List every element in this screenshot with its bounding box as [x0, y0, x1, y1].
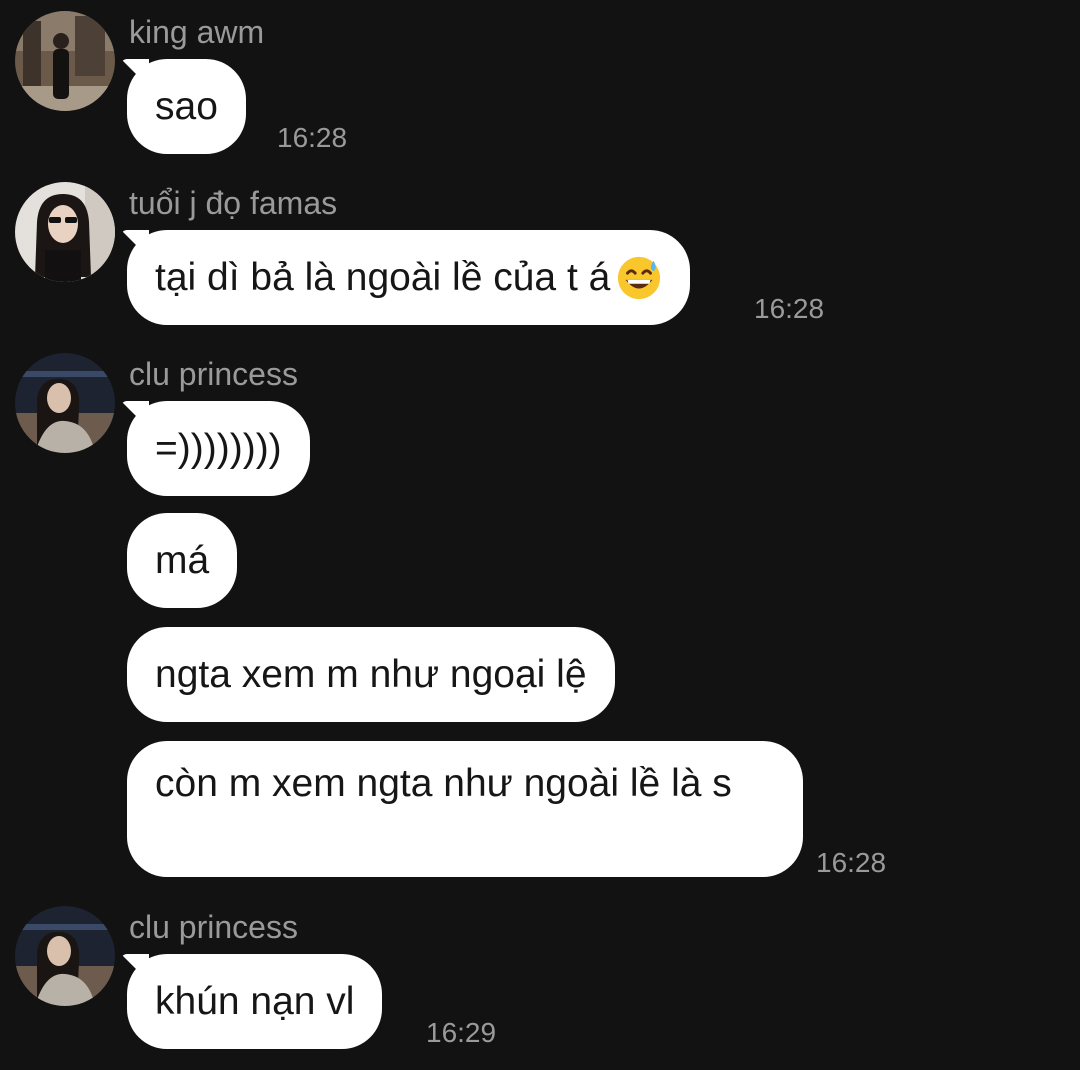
grinning-sweat-emoji [618, 256, 661, 299]
message-bubble[interactable]: sao [127, 59, 246, 154]
avatar-clu-princess[interactable] [15, 906, 115, 1006]
message-timestamp: 16:28 [277, 122, 348, 153]
message-text: khún nạn vl [155, 979, 355, 1023]
sender-name: king awm [129, 14, 265, 50]
message-bubble[interactable]: tại dì bả là ngoài lề của t á [127, 230, 691, 325]
avatar-tuoi-j-do-famas[interactable] [15, 182, 115, 282]
avatar-king-awm[interactable] [15, 11, 115, 111]
message-timestamp: 16:29 [426, 1017, 497, 1048]
message-text: còn m xem ngta như ngoài lề là s [155, 762, 732, 805]
message-timestamp: 16:28 [754, 293, 825, 324]
message-bubble[interactable]: má [127, 513, 238, 608]
sender-name: tuổi j đọ famas [129, 185, 338, 221]
message-text: sao [155, 84, 218, 128]
message-bubble[interactable]: khún nạn vl [127, 954, 383, 1049]
message-text: =)))))))) [155, 426, 282, 470]
sender-name: clu princess [129, 356, 298, 392]
avatar-clu-princess[interactable] [15, 353, 115, 453]
message-text: tại dì bả là ngoài lề của t á [155, 255, 611, 299]
message-bubble[interactable]: =)))))))) [127, 401, 310, 496]
message-bubble[interactable]: còn m xem ngta như ngoài lề là s [127, 741, 803, 877]
sender-name: clu princess [129, 909, 298, 945]
message-text: má [155, 538, 210, 582]
message-text: ngta xem m như ngoại lệ [155, 652, 587, 696]
message-timestamp: 16:28 [816, 847, 887, 878]
message-bubble[interactable]: ngta xem m như ngoại lệ [127, 627, 615, 722]
